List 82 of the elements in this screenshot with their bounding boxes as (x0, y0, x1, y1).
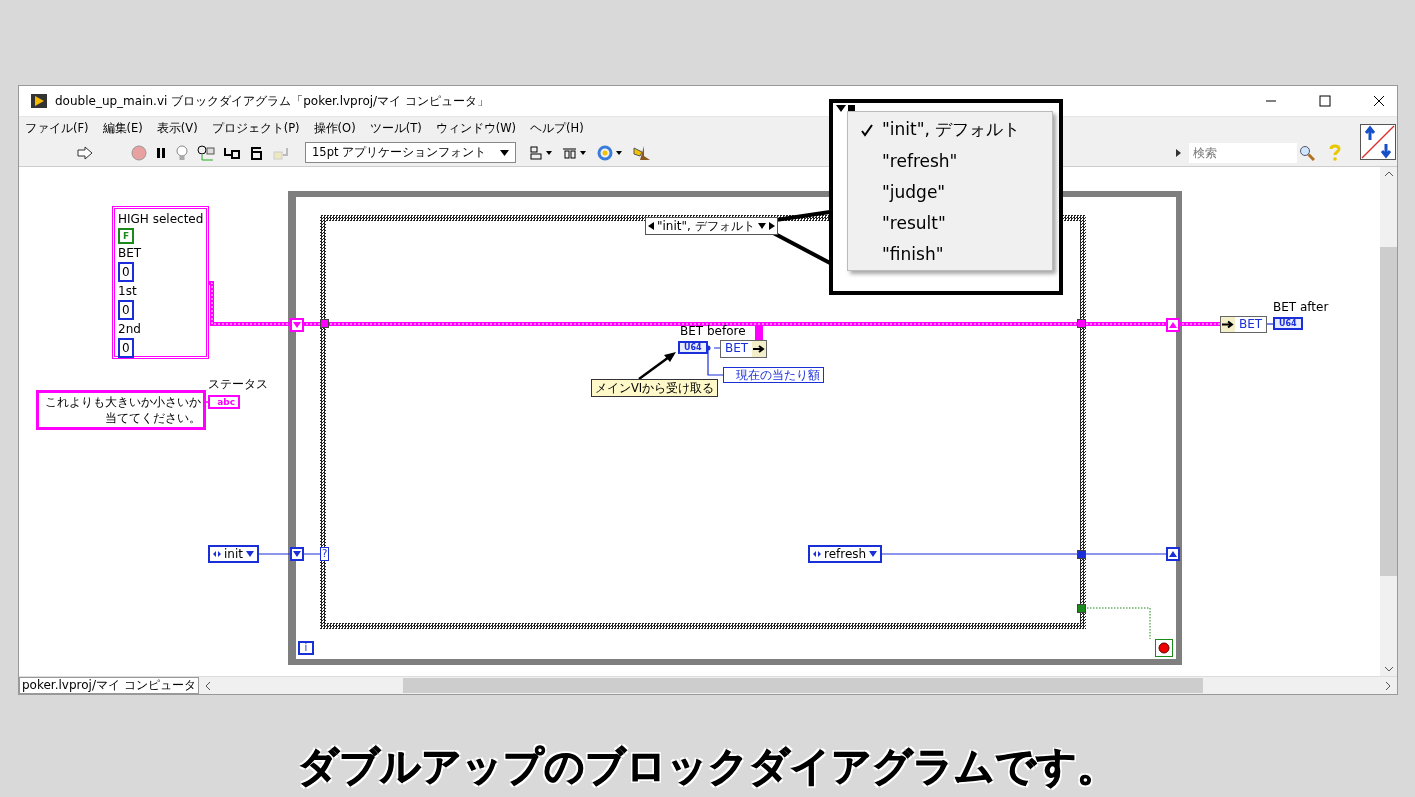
menu-item[interactable]: ウィンドウ(W) (435, 120, 516, 136)
field-label: 1st (118, 284, 137, 298)
comment-label: メインVIから受け取る (591, 379, 719, 397)
dropdown-arrow-icon[interactable] (757, 223, 766, 229)
increment-arrow-icon[interactable] (768, 222, 775, 230)
unbundle-arrow-icon (1221, 317, 1235, 332)
iteration-terminal: i (298, 641, 314, 655)
status-bar-text: poker.lvproj/マイ コンピュータ (19, 677, 199, 694)
field-label: HIGH selected (118, 212, 204, 226)
scroll-left-icon[interactable] (204, 680, 211, 691)
dropdown-arrow-icon (500, 149, 510, 156)
close-icon[interactable] (1373, 95, 1385, 107)
menu-item[interactable]: ヘルプ(H) (530, 120, 584, 136)
step-over-icon[interactable] (249, 145, 265, 160)
numeric-control: U64 (678, 341, 708, 354)
search-field[interactable]: 検索 (1189, 142, 1297, 163)
expand-arrow-icon[interactable] (1176, 148, 1181, 157)
stop-terminal-icon (1155, 639, 1173, 657)
enum-constant[interactable]: init (208, 545, 259, 563)
numeric-wire (1264, 323, 1274, 325)
dropdown-arrow-icon (869, 551, 878, 557)
run-arrow-icon[interactable] (77, 145, 93, 160)
tunnel (320, 319, 329, 328)
case-selector[interactable]: "init", デフォルト (645, 217, 778, 235)
distribute-icon[interactable] (562, 145, 589, 160)
reorder-icon[interactable] (596, 144, 625, 161)
selector-terminal: ? (320, 547, 330, 561)
menu-item[interactable]: "finish" (848, 238, 1052, 269)
property-node: 現在の当たり額 (723, 367, 824, 383)
tunnel (1077, 319, 1086, 328)
maximize-icon[interactable] (1319, 95, 1331, 107)
tunnel (1077, 550, 1086, 559)
menu-item[interactable]: "refresh" (848, 145, 1052, 176)
pause-icon[interactable] (155, 145, 167, 160)
align-icon[interactable] (530, 145, 555, 160)
comment-arrow (638, 352, 676, 380)
element-name: BET (724, 341, 750, 357)
connector-pane-icon[interactable] (1360, 124, 1396, 160)
menu-item[interactable]: 操作(O) (313, 120, 356, 136)
field-label: 2nd (118, 322, 141, 336)
menu-item[interactable]: "init", デフォルト (848, 114, 1052, 145)
scroll-up-icon[interactable] (1383, 171, 1394, 177)
numeric-constant: 0 (118, 262, 134, 282)
decrement-arrow-icon[interactable] (648, 222, 654, 230)
dropdown-arrow-icon (246, 551, 254, 557)
numeric-indicator: U64 (1273, 317, 1303, 330)
shift-register-left (290, 318, 304, 332)
indicator-label: ステータス (208, 377, 268, 391)
string-line: 当ててください。 (105, 410, 201, 426)
menu-item[interactable]: "judge" (848, 176, 1052, 207)
vertical-scrollbar[interactable] (1380, 167, 1397, 676)
probe-icon[interactable] (197, 144, 215, 161)
control-label: BET before (680, 324, 746, 338)
enum-constant[interactable]: refresh (808, 545, 883, 563)
scroll-right-icon[interactable] (1385, 680, 1391, 691)
tunnel (1077, 604, 1086, 613)
font-dropdown[interactable]: 15pt アプリケーションフォント (305, 142, 517, 163)
shift-register-left (290, 547, 304, 561)
menu-item[interactable]: ファイル(F) (25, 120, 89, 136)
shift-register-right (1166, 318, 1180, 332)
search-icon[interactable] (1299, 144, 1315, 161)
shift-register-right (1166, 547, 1180, 561)
menu-item[interactable]: 編集(E) (102, 120, 143, 136)
numeric-constant: 0 (118, 338, 134, 358)
window-title: double_up_main.vi ブロックダイアグラム「poker.lvproj/マイ コンピュータ」 (55, 92, 489, 110)
numeric-wire (707, 347, 724, 376)
scroll-down-icon[interactable] (1383, 666, 1394, 672)
menu-item[interactable]: プロジェクト(P) (211, 120, 300, 136)
step-into-icon[interactable] (223, 145, 241, 160)
enum-arrows-icon (213, 551, 221, 557)
element-name: BET (1238, 317, 1264, 332)
boolean-constant: F (118, 228, 135, 244)
slide-caption: ダブルアップのブロックダイアグラムです。 (297, 742, 1118, 791)
menu-item[interactable]: ツール(T) (369, 120, 422, 136)
menu-item[interactable]: "result" (848, 207, 1052, 238)
menu-item[interactable]: 表示(V) (156, 120, 198, 136)
string-indicator: abc (208, 395, 240, 409)
enum-arrows-icon (813, 551, 821, 557)
indicator-label: BET after (1273, 300, 1329, 314)
string-line: これよりも大きいか小さいか (45, 394, 201, 410)
field-label: BET (118, 246, 142, 260)
numeric-constant: 0 (118, 300, 134, 320)
